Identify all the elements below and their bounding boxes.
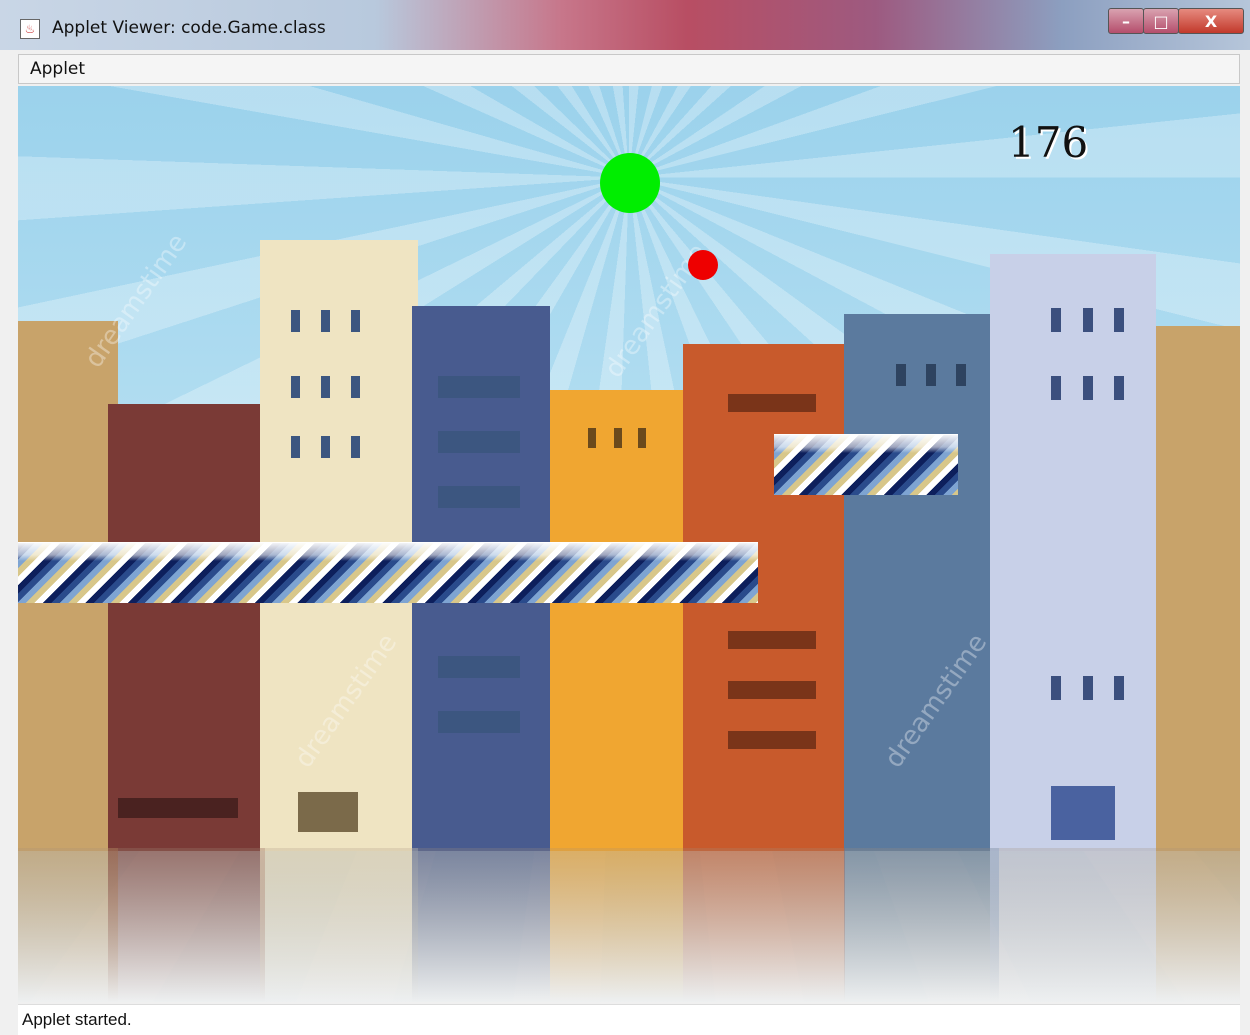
- status-bar: Applet started.: [18, 1004, 1240, 1035]
- minimize-icon: –: [1122, 11, 1130, 31]
- title-bar[interactable]: ♨ Applet Viewer: code.Game.class – □ X: [0, 0, 1250, 50]
- building-orange: [550, 390, 683, 851]
- applet-window: ♨ Applet Viewer: code.Game.class – □ X A…: [0, 0, 1250, 1035]
- player-ball: [600, 153, 660, 213]
- enemy-ball: [688, 250, 718, 280]
- java-applet-icon: ♨: [20, 19, 40, 39]
- status-text: Applet started.: [22, 1010, 132, 1029]
- close-icon: X: [1204, 11, 1218, 31]
- building-tan-right: [1156, 326, 1240, 851]
- menu-bar: Applet: [18, 54, 1240, 84]
- building-lavender: [990, 254, 1156, 851]
- maximize-icon: □: [1153, 11, 1169, 31]
- menu-applet[interactable]: Applet: [30, 59, 85, 79]
- ground-reflection: [18, 848, 1240, 1002]
- platform-short: [774, 434, 958, 495]
- building-maroon: [108, 404, 265, 851]
- score-counter: 176: [1008, 118, 1089, 167]
- game-canvas[interactable]: dreamstime dreamstime dreamstime dreamst…: [18, 86, 1240, 1002]
- building-slate: [844, 314, 999, 851]
- minimize-button[interactable]: –: [1108, 8, 1144, 34]
- maximize-button[interactable]: □: [1143, 8, 1179, 34]
- close-button[interactable]: X: [1178, 8, 1244, 34]
- window-title: Applet Viewer: code.Game.class: [52, 18, 326, 38]
- platform-long: [18, 542, 758, 603]
- window-controls: – □ X: [1108, 8, 1244, 34]
